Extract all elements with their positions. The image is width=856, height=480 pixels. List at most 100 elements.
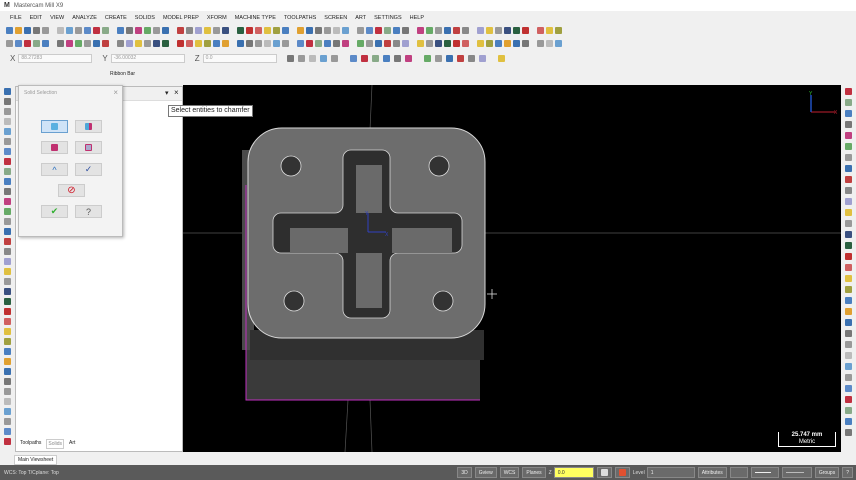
toolbar-tool-icon[interactable] — [246, 27, 253, 34]
toolbar-tool-icon[interactable] — [57, 27, 64, 34]
select-back-button[interactable] — [75, 141, 102, 154]
toolbar-tool-icon[interactable] — [162, 40, 169, 47]
toolbar-tool-icon[interactable] — [15, 27, 22, 34]
toolbar-tool-icon[interactable] — [384, 27, 391, 34]
sidebar-tool-icon[interactable] — [845, 429, 852, 436]
toolbar-tool-icon[interactable] — [177, 27, 184, 34]
toolbar-tool-icon[interactable] — [342, 40, 349, 47]
toolbar-tool-icon[interactable] — [522, 40, 529, 47]
toolbar-tool-icon[interactable] — [84, 40, 91, 47]
toolbar-tool-icon[interactable] — [237, 27, 244, 34]
toolbar-tool-icon[interactable] — [264, 40, 271, 47]
sidebar-tool-icon[interactable] — [845, 187, 852, 194]
toolbar-tool-icon[interactable] — [513, 27, 520, 34]
menu-file[interactable]: FILE — [10, 15, 22, 21]
menu-machine-type[interactable]: MACHINE TYPE — [235, 15, 276, 21]
sidebar-tool-icon[interactable] — [4, 418, 11, 425]
toolbar-tool-icon[interactable] — [6, 40, 13, 47]
toolbar-tool-icon[interactable] — [315, 27, 322, 34]
toolbar-tool-icon[interactable] — [333, 40, 340, 47]
graphics-viewport[interactable]: X Y Y X — [183, 84, 841, 453]
sidebar-tool-icon[interactable] — [845, 165, 852, 172]
sidebar-tool-icon[interactable] — [845, 385, 852, 392]
sidebar-tool-icon[interactable] — [4, 238, 11, 245]
toolbar-tool-icon[interactable] — [306, 27, 313, 34]
sidebar-tool-icon[interactable] — [845, 132, 852, 139]
sidebar-tool-icon[interactable] — [4, 98, 11, 105]
sidebar-tool-icon[interactable] — [4, 358, 11, 365]
toolbar-tool-icon[interactable] — [486, 40, 493, 47]
sidebar-tool-icon[interactable] — [4, 398, 11, 405]
toolbar-tool-icon[interactable] — [417, 27, 424, 34]
sidebar-tool-icon[interactable] — [845, 121, 852, 128]
toolbar-tool-icon[interactable] — [504, 40, 511, 47]
toolbar-tool-icon[interactable] — [426, 27, 433, 34]
toolbar-tool-icon[interactable] — [153, 27, 160, 34]
toolbar-tool-icon[interactable] — [537, 40, 544, 47]
toolbar-tool-icon[interactable] — [186, 27, 193, 34]
toolbar-tool-icon[interactable] — [195, 40, 202, 47]
sidebar-tool-icon[interactable] — [845, 110, 852, 117]
toolbar-tool-icon[interactable] — [477, 40, 484, 47]
color-button[interactable] — [596, 467, 612, 478]
sidebar-tool-icon[interactable] — [845, 231, 852, 238]
sidebar-tool-icon[interactable] — [4, 138, 11, 145]
select-body-button[interactable] — [41, 141, 68, 154]
sidebar-tool-icon[interactable] — [4, 408, 11, 415]
toolbar-tool-icon[interactable] — [213, 27, 220, 34]
coordinate-tool-icon[interactable] — [349, 54, 357, 62]
toolbar-tool-icon[interactable] — [15, 40, 22, 47]
sidebar-tool-icon[interactable] — [4, 128, 11, 135]
toolbar-tool-icon[interactable] — [102, 40, 109, 47]
sidebar-tool-icon[interactable] — [4, 198, 11, 205]
line-style-select[interactable] — [750, 467, 779, 478]
menu-edit[interactable]: EDIT — [30, 15, 43, 21]
coordinate-tool-icon[interactable] — [308, 54, 316, 62]
gview-button[interactable]: Gview — [474, 467, 497, 478]
toolbar-tool-icon[interactable] — [537, 27, 544, 34]
sidebar-tool-icon[interactable] — [845, 341, 852, 348]
sidebar-tool-icon[interactable] — [4, 288, 11, 295]
toolbar-tool-icon[interactable] — [222, 40, 229, 47]
sidebar-tool-icon[interactable] — [845, 99, 852, 106]
toolbar-tool-icon[interactable] — [462, 27, 469, 34]
sidebar-tool-icon[interactable] — [845, 308, 852, 315]
sidebar-tool-icon[interactable] — [4, 308, 11, 315]
sidebar-tool-icon[interactable] — [845, 176, 852, 183]
toolbar-tool-icon[interactable] — [324, 40, 331, 47]
menu-solids[interactable]: SOLIDS — [135, 15, 155, 21]
toolbar-tool-icon[interactable] — [555, 40, 562, 47]
coordinate-tool-icon[interactable] — [478, 54, 486, 62]
toolbar-tool-icon[interactable] — [42, 40, 49, 47]
toolbar-tool-icon[interactable] — [297, 40, 304, 47]
sidebar-tool-icon[interactable] — [4, 328, 11, 335]
sidebar-tool-icon[interactable] — [845, 198, 852, 205]
toolbar-tool-icon[interactable] — [93, 40, 100, 47]
toolbar-tool-icon[interactable] — [522, 27, 529, 34]
toolbar-tool-icon[interactable] — [24, 40, 31, 47]
toolbar-tool-icon[interactable] — [93, 27, 100, 34]
sidebar-tool-icon[interactable] — [4, 118, 11, 125]
toolbar-tool-icon[interactable] — [246, 40, 253, 47]
sidebar-tool-icon[interactable] — [4, 318, 11, 325]
toolbar-tool-icon[interactable] — [366, 40, 373, 47]
z-depth-input[interactable]: 0.0 — [553, 467, 594, 478]
sidebar-tool-icon[interactable] — [4, 338, 11, 345]
toolbar-tool-icon[interactable] — [6, 27, 13, 34]
toolbar-tool-icon[interactable] — [495, 40, 502, 47]
select-edge-button[interactable] — [41, 120, 68, 133]
sidebar-tool-icon[interactable] — [4, 88, 11, 95]
sidebar-tool-icon[interactable] — [845, 330, 852, 337]
sidebar-tool-icon[interactable] — [4, 378, 11, 385]
toolbar-tool-icon[interactable] — [84, 27, 91, 34]
attributes-button[interactable]: Attributes — [697, 467, 727, 478]
toolbar-tool-icon[interactable] — [195, 27, 202, 34]
coordinate-tool-icon[interactable] — [319, 54, 327, 62]
menu-screen[interactable]: SCREEN — [324, 15, 347, 21]
toolbar-tool-icon[interactable] — [75, 27, 82, 34]
toolbar-tool-icon[interactable] — [126, 27, 133, 34]
sidebar-tool-icon[interactable] — [845, 396, 852, 403]
sidebar-tool-icon[interactable] — [4, 258, 11, 265]
toolbar-tool-icon[interactable] — [315, 40, 322, 47]
tab-main-viewsheet[interactable]: Main Viewsheet — [14, 455, 58, 465]
